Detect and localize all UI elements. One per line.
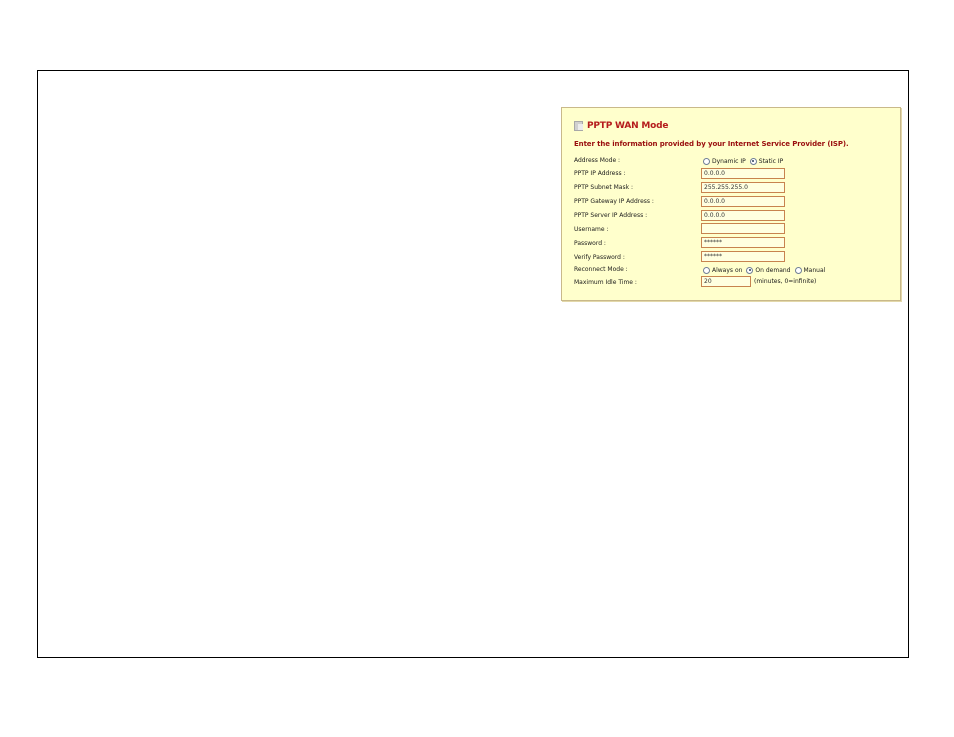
reconnect-mode-label: Reconnect Mode :: [574, 266, 628, 273]
always-on-label: Always on: [712, 266, 743, 274]
static-ip-label: Static IP: [758, 157, 784, 165]
panel-header: PPTP WAN Mode: [574, 120, 669, 132]
pptp-server-label: PPTP Server IP Address :: [574, 212, 648, 219]
pptp-gateway-label: PPTP Gateway IP Address :: [574, 198, 654, 205]
always-on-radio[interactable]: [703, 266, 710, 274]
pptp-ip-input[interactable]: 0.0.0.0: [701, 168, 785, 179]
address-mode-label: Address Mode :: [574, 157, 621, 164]
max-idle-units: (minutes, 0=infinite): [754, 278, 817, 285]
password-label: Password :: [574, 240, 606, 247]
on-demand-label: On demand: [755, 266, 791, 274]
dynamic-ip-radio[interactable]: [703, 157, 710, 165]
manual-radio[interactable]: [794, 266, 802, 274]
manual-label: Manual: [803, 266, 826, 274]
verify-password-input[interactable]: ******: [701, 251, 785, 262]
pptp-wan-mode-panel: PPTP WAN Mode Enter the information prov…: [561, 107, 901, 301]
dynamic-ip-label: Dynamic IP: [712, 157, 746, 165]
verify-password-label: Verify Password :: [574, 254, 625, 261]
pptp-gateway-input[interactable]: 0.0.0.0: [701, 196, 785, 207]
pptp-server-input[interactable]: 0.0.0.0: [701, 210, 785, 221]
username-label: Username :: [574, 226, 609, 233]
password-input[interactable]: ******: [701, 237, 785, 248]
pptp-subnet-input[interactable]: 255.255.255.0: [701, 182, 785, 193]
static-ip-radio[interactable]: [749, 157, 757, 165]
page-icon: [574, 121, 583, 131]
panel-title: PPTP WAN Mode: [587, 121, 669, 131]
instructions-text: Enter the information provided by your I…: [574, 140, 849, 148]
max-idle-input[interactable]: 20: [701, 276, 751, 287]
max-idle-label: Maximum Idle Time :: [574, 279, 637, 286]
pptp-ip-label: PPTP IP Address :: [574, 170, 626, 177]
username-input[interactable]: [701, 223, 785, 234]
on-demand-radio[interactable]: [746, 266, 754, 274]
address-mode-radio-group: Dynamic IP Static IP: [701, 156, 785, 166]
pptp-subnet-label: PPTP Subnet Mask :: [574, 184, 633, 191]
reconnect-mode-radio-group: Always on On demand Manual: [701, 265, 827, 275]
